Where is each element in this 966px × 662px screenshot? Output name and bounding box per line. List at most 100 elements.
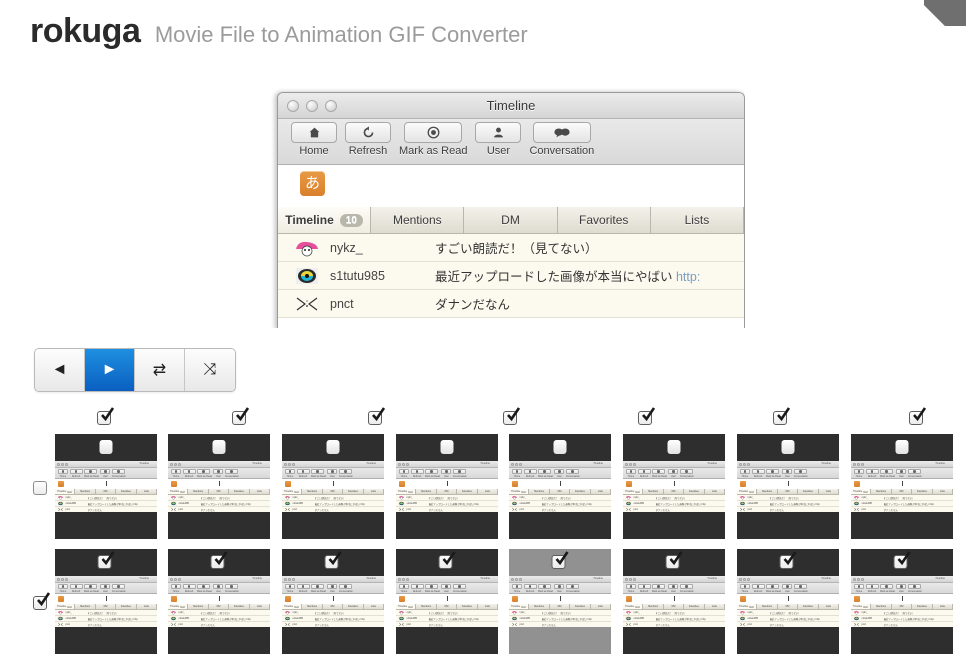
mini-toolbar-item: Refresh — [182, 584, 196, 593]
mini-toolbar-item: Refresh — [182, 469, 196, 478]
frame-thumbnail[interactable]: Timeline Home Refresh Mark as Read User Conv… — [851, 549, 953, 654]
frame-bottom-band — [168, 512, 270, 539]
tweet-row[interactable]: s1tutu985 最近アップロードした画像が本当にやばい http: — [278, 262, 744, 290]
frame-top-band — [737, 434, 839, 461]
mini-tab: Lists — [136, 604, 157, 609]
frame-checkbox[interactable] — [551, 551, 569, 570]
frame-thumbnail[interactable]: Timeline Home Refresh Mark as Read User Conv… — [509, 434, 611, 539]
frame-checkbox[interactable] — [665, 551, 683, 570]
frame-thumbnail[interactable]: Timeline Home Refresh Mark as Read User Conv… — [737, 549, 839, 654]
frame-thumbnail[interactable]: Timeline Home Refresh Mark as Read User Conv… — [623, 434, 725, 539]
frame-checkbox[interactable] — [97, 551, 115, 570]
column-checkbox-5[interactable] — [637, 407, 655, 426]
tweet-row[interactable]: nykz_ すごい朗読だ！（見てない） — [278, 234, 744, 262]
tab-dm[interactable]: DM — [464, 207, 558, 233]
frame-checkbox[interactable] — [210, 551, 228, 570]
column-checkbox-7[interactable] — [908, 407, 926, 426]
frame-top-band — [737, 549, 839, 576]
frame-bottom-band — [851, 627, 953, 654]
mini-toolbar-item: Refresh — [637, 584, 651, 593]
toolbar-item-user[interactable]: User — [475, 122, 522, 157]
frame-thumbnail[interactable]: Timeline Home Refresh Mark as Read User Conv… — [168, 549, 270, 654]
tweet-text: ダナンだなん — [435, 298, 511, 312]
frame-thumbnail[interactable]: Timeline Home Refresh Mark as Read User Conv… — [282, 434, 384, 539]
toolbar-item-mark-as-read[interactable]: Mark as Read — [399, 122, 467, 157]
mini-toolbar-item: Mark as Read — [880, 469, 895, 478]
mini-window: Timeline Home Refresh Mark as Read User Conv… — [737, 576, 839, 627]
tab-lists[interactable]: Lists — [650, 207, 744, 233]
play-button[interactable]: ► — [85, 349, 135, 391]
mini-tab: Timeline 10 — [396, 604, 417, 609]
tweet-row[interactable]: x pnct ダナンだなん — [278, 290, 744, 318]
column-checkbox-6[interactable] — [773, 407, 791, 426]
playback-controls: ◄ ► ⇄ ⤨ Save — [0, 340, 966, 402]
mini-toolbar-item: Refresh — [751, 469, 765, 478]
frame-bottom-band — [168, 627, 270, 654]
toolbar-item-conversation[interactable]: Conversation — [529, 122, 594, 157]
frame-thumbnail[interactable]: Timeline Home Refresh Mark as Read User Conv… — [55, 434, 157, 539]
mini-toolbar-item: Refresh — [410, 469, 424, 478]
triangle-right-icon: ► — [101, 361, 118, 378]
mini-tab: DM — [322, 489, 344, 494]
mini-tab: Timeline 10 — [168, 604, 189, 609]
shuffle-button[interactable]: ⤨ — [185, 349, 235, 391]
mini-tab: Mentions — [302, 604, 323, 609]
mini-tab: Timeline 10 — [509, 489, 530, 494]
mini-tab: Timeline 10 — [509, 604, 530, 609]
frame-top-band — [509, 549, 611, 576]
mini-tab: Lists — [818, 489, 839, 494]
frame-checkbox[interactable] — [324, 551, 342, 570]
row-checkbox-2[interactable] — [33, 592, 51, 611]
mini-toolbar-item: Home — [171, 584, 181, 593]
mini-tab: Timeline 10 — [396, 489, 417, 494]
mini-tab: Favorites — [457, 489, 478, 494]
mini-tab: Lists — [704, 489, 725, 494]
column-checkbox-4[interactable] — [503, 407, 521, 426]
frame-thumbnail[interactable]: Timeline Home Refresh Mark as Read User Conv… — [623, 549, 725, 654]
frame-thumbnail[interactable]: Timeline Home Refresh Mark as Read User Conv… — [55, 549, 157, 654]
mini-toolbar-item: Home — [58, 469, 68, 478]
tab-favorites[interactable]: Favorites — [557, 207, 651, 233]
mini-toolbar-item: User — [668, 469, 679, 478]
tab-timeline[interactable]: Timeline 10 — [278, 207, 372, 233]
mini-tab: Lists — [363, 604, 384, 609]
mini-window: Timeline Home Refresh Mark as Read User Conv… — [282, 461, 384, 512]
toolbar-item-refresh[interactable]: Refresh — [345, 122, 391, 157]
frame-checkbox[interactable] — [893, 551, 911, 570]
row-checkbox-1[interactable] — [33, 479, 50, 496]
mini-toolbar-item: Conversation — [679, 584, 694, 593]
column-checkbox-2[interactable] — [232, 407, 250, 426]
mini-window: Timeline Home Refresh Mark as Read User Conv… — [509, 576, 611, 627]
frame-checkbox[interactable] — [438, 551, 456, 570]
toolbar-item-home[interactable]: Home — [291, 122, 337, 157]
frame-bottom-band — [55, 627, 157, 654]
loop-button[interactable]: ⇄ — [135, 349, 185, 391]
mini-tab: Favorites — [343, 489, 364, 494]
frame-thumbnail[interactable]: Timeline Home Refresh Mark as Read User Conv… — [396, 434, 498, 539]
column-checkbox-3[interactable] — [367, 407, 385, 426]
mini-toolbar-item: Refresh — [865, 469, 879, 478]
frame-thumbnail[interactable]: Timeline Home Refresh Mark as Read User Conv… — [282, 549, 384, 654]
mini-tab: Mentions — [757, 604, 778, 609]
column-checkbox-1[interactable] — [97, 407, 115, 426]
frame-thumbnail[interactable]: Timeline Home Refresh Mark as Read User Conv… — [851, 434, 953, 539]
mini-toolbar-item: User — [554, 469, 565, 478]
previous-frame-button[interactable]: ◄ — [35, 349, 85, 391]
frame-bottom-band — [282, 627, 384, 654]
frame-thumbnail[interactable]: Timeline Home Refresh Mark as Read User Conv… — [737, 434, 839, 539]
tab-favorites-label: Favorites — [579, 213, 629, 227]
mini-tab: Favorites — [798, 604, 819, 609]
tweet-text: すごい朗読だ！（見てない） — [435, 242, 598, 256]
frame-thumbnail[interactable]: Timeline Home Refresh Mark as Read User Conv… — [396, 549, 498, 654]
mini-tab: Mentions — [302, 489, 323, 494]
mini-toolbar-item: Home — [626, 584, 636, 593]
mini-tab: Mentions — [188, 489, 209, 494]
tab-mentions[interactable]: Mentions — [371, 207, 465, 233]
mini-toolbar-item: Home — [740, 469, 750, 478]
frame-thumbnail[interactable]: Timeline Home Refresh Mark as Read User Conv… — [168, 434, 270, 539]
mini-toolbar-item: User — [441, 584, 452, 593]
frame-checkbox[interactable] — [779, 551, 797, 570]
frame-row-1: Timeline Home Refresh Mark as Read User Conv… — [0, 434, 966, 546]
tweet-link[interactable]: http: — [676, 270, 700, 284]
frame-thumbnail[interactable]: Timeline Home Refresh Mark as Read User Conv… — [509, 549, 611, 654]
